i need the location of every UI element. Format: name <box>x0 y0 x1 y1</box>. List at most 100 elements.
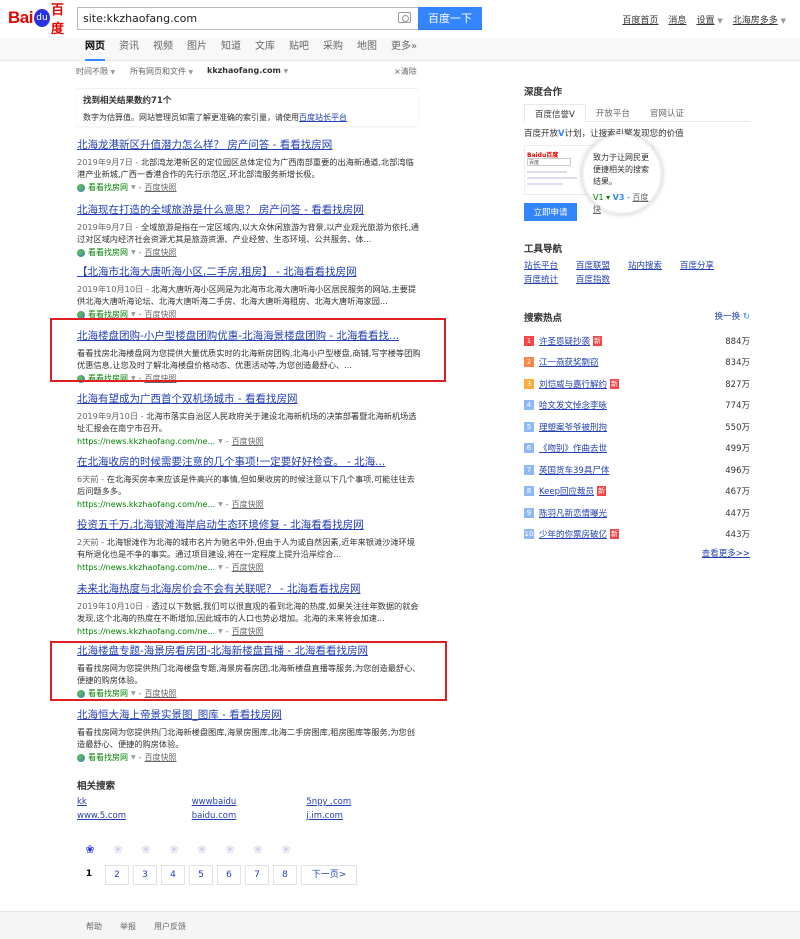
hot-rank: 6 <box>524 443 534 454</box>
baidu-logo[interactable]: Bai du 百度 <box>8 3 74 37</box>
result-title[interactable]: 北海有望成为广西首个双机场城市 - 看看找房网 <box>77 393 421 407</box>
home-link[interactable]: 百度首页 <box>622 13 658 26</box>
footer-help[interactable]: 帮助 <box>86 921 102 932</box>
hot-title-link[interactable]: 英国货车39具尸体 <box>539 464 609 476</box>
result-abstract: 看看找房网为您提供热门北海新楼盘图库,海景房图库,北海二手房图库,租房图库等服务… <box>77 727 415 750</box>
credit-promo-image: Baidu百度 百度 致力于让网民更便捷相关的搜索结果。 V1 ▾ V3 - 百… <box>524 134 662 214</box>
result-title[interactable]: 未来北海热度与北海房价会不会有关联呢？ - 北海看看找房网 <box>77 583 421 597</box>
tool-union[interactable]: 百度联盟 <box>576 259 628 271</box>
tab-web[interactable]: 网页 <box>85 38 105 61</box>
page-6[interactable]: ❀ 6 <box>217 843 245 889</box>
hot-title-link[interactable]: 哈文发文悼念李咏 <box>539 399 607 411</box>
page-2[interactable]: ❀ 2 <box>105 843 133 889</box>
hot-title: 搜索热点 <box>524 313 563 324</box>
result-title[interactable]: 在北海收房的时候需要注意的几个事项!一定要好好检查。 - 北海... <box>77 456 421 470</box>
related-item[interactable]: baidu.com <box>192 811 307 825</box>
tab-more[interactable]: 更多» <box>391 38 417 61</box>
hot-item[interactable]: 2 江一燕获奖剽窃 834万 <box>524 352 750 374</box>
paw-icon: ❀ <box>197 843 207 856</box>
hot-item[interactable]: 8 Keep回应裁员新 467万 <box>524 481 750 503</box>
tab-purchase[interactable]: 采购 <box>323 38 343 61</box>
related-item[interactable]: j.im.com <box>306 811 421 825</box>
hot-title-link[interactable]: Keep回应裁员 <box>539 485 594 497</box>
related-item[interactable]: kk <box>77 797 192 811</box>
hot-title-link[interactable]: 《吻别》作曲去世 <box>539 442 607 454</box>
chevron-down-icon[interactable]: ▼ <box>218 499 223 511</box>
tab-news[interactable]: 资讯 <box>119 38 139 61</box>
related-item[interactable]: wwwbaidu <box>192 797 307 811</box>
result-title[interactable]: 北海龙港新区升值潜力怎么样？ 房产问答 - 看看找房网 <box>77 139 421 153</box>
tab-map[interactable]: 地图 <box>357 38 377 61</box>
page-7[interactable]: ❀ 7 <box>245 843 273 889</box>
chevron-down-icon[interactable]: ▼ <box>131 752 136 764</box>
tab-credit-v[interactable]: 百度信誉V <box>524 104 586 122</box>
hot-item[interactable]: 3 刘恺威与嘉行解约新 827万 <box>524 373 750 395</box>
hot-title-link[interactable]: 理塑案爷爷被刑拘 <box>539 421 607 433</box>
tool-stats[interactable]: 百度统计 <box>524 273 576 285</box>
chevron-down-icon[interactable]: ▼ <box>218 436 223 448</box>
tab-wenku[interactable]: 文库 <box>255 38 275 61</box>
hot-more-link[interactable]: 查看更多>> <box>524 547 750 559</box>
type-filter[interactable]: 所有网页和文件 ▼ <box>130 66 193 77</box>
tab-video[interactable]: 视频 <box>153 38 173 61</box>
tools-title: 工具导航 <box>524 244 563 255</box>
hot-item[interactable]: 7 英国货车39具尸体 496万 <box>524 459 750 481</box>
hot-item[interactable]: 9 陈羽凡新恋情曝光 447万 <box>524 502 750 524</box>
hot-title-link[interactable]: 刘恺威与嘉行解约 <box>539 378 607 390</box>
page-8[interactable]: ❀ 8 <box>273 843 301 889</box>
page-4[interactable]: ❀ 4 <box>161 843 189 889</box>
footer-feedback[interactable]: 用户反馈 <box>154 921 186 932</box>
deep-coop-title: 深度合作 <box>524 87 563 98</box>
result-title[interactable]: 【北海市北海大唐听海小区,二手房,租房】 - 北海看看找房网 <box>77 266 421 280</box>
page-5[interactable]: ❀ 5 <box>189 843 217 889</box>
result-abstract: 2019年10月10日 - 透过以下数据,我们可以很直观的看到北海的热度,如果关… <box>77 601 419 624</box>
hot-title-link[interactable]: 许圣恩疑抄袭 <box>539 335 590 347</box>
tab-tieba[interactable]: 贴吧 <box>289 38 309 61</box>
page-3[interactable]: ❀ 3 <box>133 843 161 889</box>
settings-link[interactable]: 设置 ▼ <box>696 13 722 26</box>
next-page-button[interactable]: 下一页> <box>301 865 357 885</box>
hot-title-link[interactable]: 少年的你票房破亿 <box>539 528 607 540</box>
refresh-button[interactable]: 换一换 ↻ <box>715 310 750 324</box>
search-button[interactable]: 百度一下 <box>418 7 482 30</box>
globe-icon <box>77 753 85 762</box>
chevron-down-icon[interactable]: ▼ <box>131 247 136 259</box>
tab-zhidao[interactable]: 知道 <box>221 38 241 61</box>
hot-title-link[interactable]: 江一燕获奖剽窃 <box>539 356 599 368</box>
tab-open-platform[interactable]: 开放平台 <box>586 104 640 121</box>
clear-filter[interactable]: ×清除 <box>394 66 417 77</box>
hot-item[interactable]: 6 《吻别》作曲去世 499万 <box>524 438 750 460</box>
chevron-down-icon[interactable]: ▼ <box>218 626 223 638</box>
tool-index[interactable]: 百度指数 <box>576 273 628 285</box>
time-filter[interactable]: 时间不限 ▼ <box>76 66 115 77</box>
camera-icon[interactable] <box>398 12 411 23</box>
chevron-down-icon[interactable]: ▼ <box>218 562 223 574</box>
result-title[interactable]: 北海恒大海上帝景实景图_图库 - 看看找房网 <box>77 709 421 723</box>
hot-item[interactable]: 10 少年的你票房破亿新 443万 <box>524 524 750 546</box>
user-link[interactable]: 北海房多多 ▼ <box>733 13 786 26</box>
search-result: 北海恒大海上帝景实景图_图库 - 看看找房网 看看找房网为您提供热门北海新楼盘图… <box>77 709 421 764</box>
hot-item[interactable]: 4 哈文发文悼念李咏 774万 <box>524 395 750 417</box>
hot-title-link[interactable]: 陈羽凡新恋情曝光 <box>539 507 607 519</box>
hot-item[interactable]: 5 理塑案爷爷被刑拘 550万 <box>524 416 750 438</box>
result-title[interactable]: 北海现在打造的全域旅游是什么意思？ 房产问答 - 看看找房网 <box>77 204 421 218</box>
search-input[interactable] <box>78 8 393 29</box>
tab-images[interactable]: 图片 <box>187 38 207 61</box>
tool-webmaster[interactable]: 站长平台 <box>524 259 576 271</box>
chevron-down-icon[interactable]: ▼ <box>131 182 136 194</box>
related-item[interactable]: www.5.com <box>77 811 192 825</box>
search-result: 投资五千万,北海银滩海岸启动生态环境修复 - 北海看看找房网 2天前 - 北海银… <box>77 519 421 574</box>
tool-share[interactable]: 百度分享 <box>680 259 732 271</box>
tool-site-search[interactable]: 站内搜索 <box>628 259 680 271</box>
tab-official-cert[interactable]: 官网认证 <box>640 104 694 121</box>
message-link[interactable]: 消息 <box>668 13 686 26</box>
hot-item[interactable]: 1 许圣恩疑抄袭新 884万 <box>524 330 750 352</box>
related-item[interactable]: 5npy .com <box>306 797 421 811</box>
site-filter[interactable]: kkzhaofang.com ▼ <box>207 66 288 75</box>
footer-report[interactable]: 举报 <box>120 921 136 932</box>
related-searches: 相关搜索 kk wwwbaidu 5npy .com www.5.com bai… <box>77 778 421 825</box>
hot-rank: 5 <box>524 421 534 432</box>
webmaster-link[interactable]: 百度站长平台 <box>299 113 347 122</box>
result-title[interactable]: 投资五千万,北海银滩海岸启动生态环境修复 - 北海看看找房网 <box>77 519 421 533</box>
apply-button[interactable]: 立即申请 <box>524 203 577 221</box>
